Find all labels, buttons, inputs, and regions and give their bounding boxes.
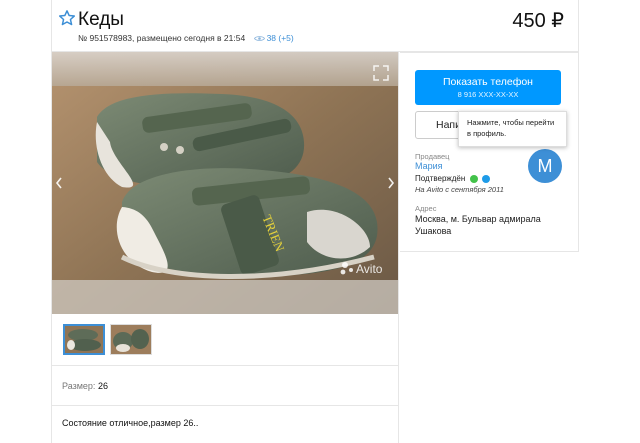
listing-price: 450 ₽ xyxy=(512,10,564,32)
seller-confirmed: Подтверждён xyxy=(415,174,490,183)
show-phone-label: Показать телефон xyxy=(443,76,533,88)
listing-meta: № 951578983, размещено сегодня в 21:54 3… xyxy=(78,33,294,43)
thumbnail-2[interactable] xyxy=(110,324,152,355)
seller-avatar[interactable]: M xyxy=(528,149,562,183)
views-count: 38 (+5) xyxy=(266,33,294,43)
phone-confirmed-icon xyxy=(469,174,478,183)
views-counter[interactable]: 38 (+5) xyxy=(253,33,294,43)
listing-header: Кеды 450 ₽ № 951578983, размещено сегодн… xyxy=(51,0,579,52)
listing-title: Кеды xyxy=(78,9,124,30)
thumbnail-1[interactable] xyxy=(63,324,105,355)
photo-gallery[interactable]: TRIEN Avito xyxy=(51,52,399,314)
star-outline-icon[interactable] xyxy=(58,9,76,27)
size-label: Размер: xyxy=(62,381,96,391)
eye-icon xyxy=(253,36,265,42)
service-confirmed-icon xyxy=(481,174,490,183)
seller-label: Продавец xyxy=(415,152,450,161)
show-phone-button[interactable]: Показать телефон 8 916 XXX-XX-XX xyxy=(415,70,561,105)
confirmed-label: Подтверждён xyxy=(415,174,466,183)
listing-page: Кеды 450 ₽ № 951578983, размещено сегодн… xyxy=(0,0,640,443)
profile-tooltip: Нажмите, чтобы перейти в профиль. xyxy=(458,111,567,147)
phone-masked: 8 916 XXX-XX-XX xyxy=(457,90,519,99)
seller-since: На Avito с сентября 2011 xyxy=(415,185,504,194)
size-value: 26 xyxy=(97,381,108,391)
item-description: Состояние отличное,размер 26.. xyxy=(51,406,399,443)
address-value: Москва, м. Бульвар адмирала Ушакова xyxy=(415,214,541,237)
main-photo[interactable]: TRIEN Avito xyxy=(52,52,399,314)
watermark-text: Avito xyxy=(356,262,383,276)
ad-info: № 951578983, размещено сегодня в 21:54 xyxy=(78,33,246,43)
contact-panel: Показать телефон 8 916 XXX-XX-XX Напи Пр… xyxy=(400,52,579,252)
item-params: Размер: 26 xyxy=(51,366,399,406)
seller-name-link[interactable]: Мария xyxy=(415,161,443,171)
thumbnail-strip xyxy=(51,314,399,366)
address-label: Адрес xyxy=(415,204,437,213)
